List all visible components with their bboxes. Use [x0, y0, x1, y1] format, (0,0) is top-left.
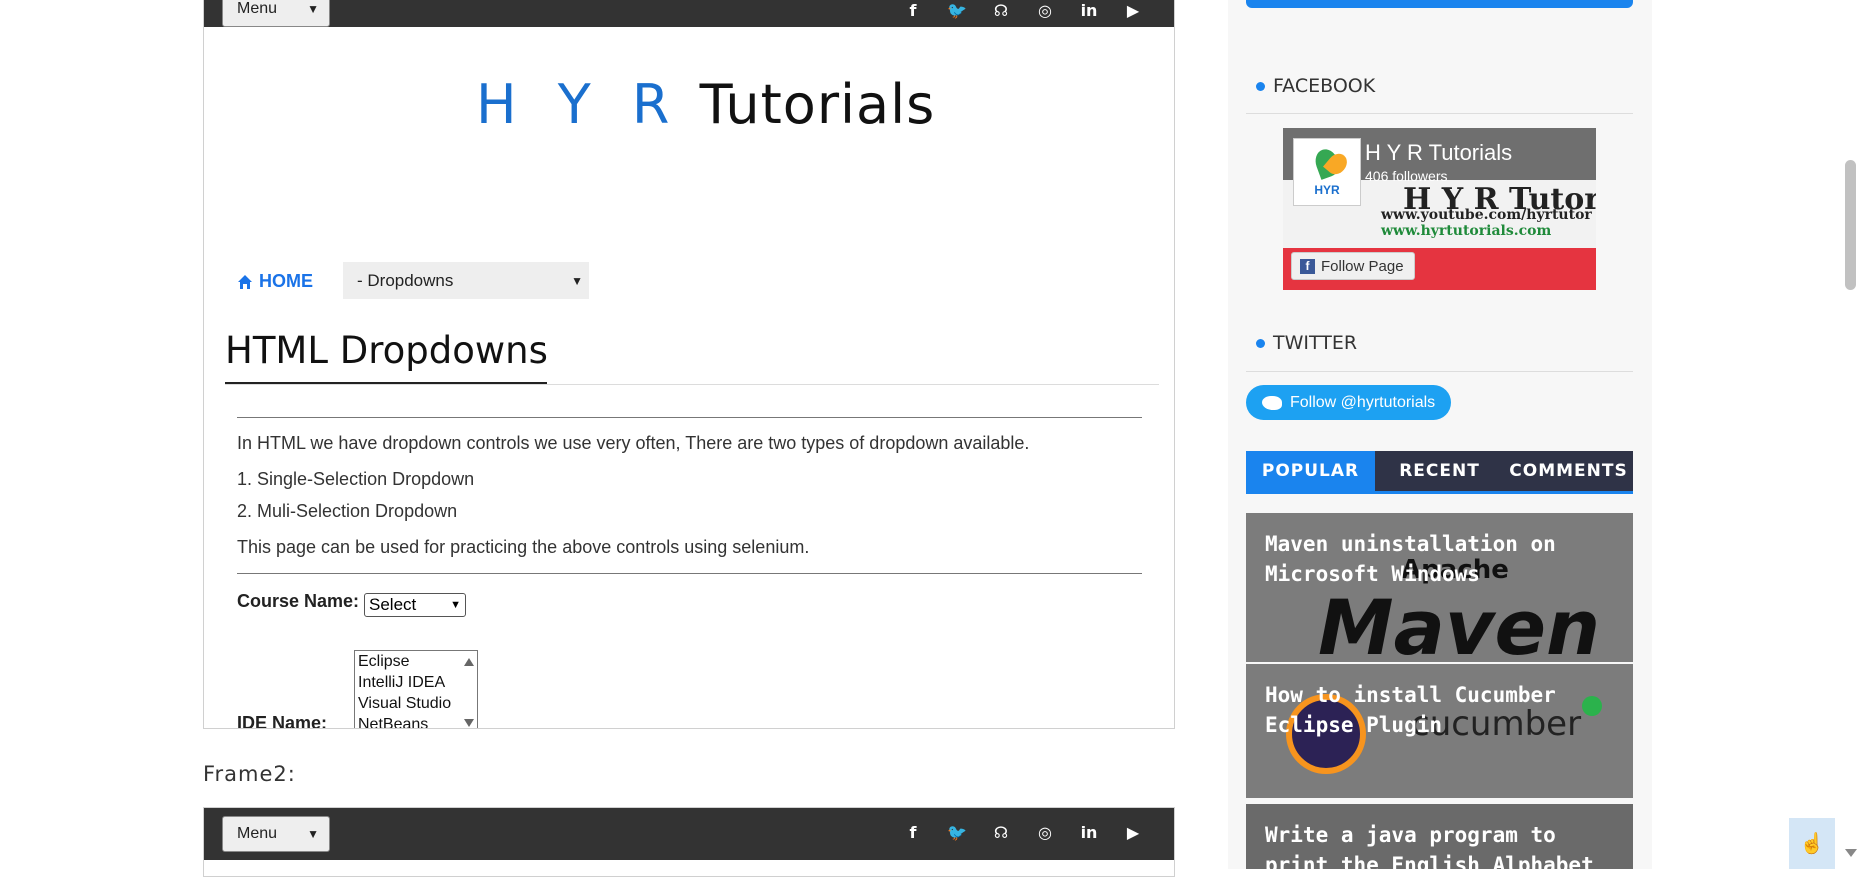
- instagram-icon[interactable]: ◎: [1023, 1, 1067, 20]
- logo-hyr: H Y R: [476, 73, 682, 136]
- tab-popular[interactable]: POPULAR: [1246, 451, 1375, 491]
- fb-page-logo[interactable]: HYR: [1293, 138, 1361, 206]
- chevron-down-icon: ▼: [450, 599, 461, 611]
- facebook-icon: f: [1300, 258, 1315, 274]
- post-title[interactable]: Write a java program to print the Englis…: [1265, 820, 1625, 869]
- chevron-down-icon: ▼: [307, 2, 319, 16]
- twitter-heading-label: TWITTER: [1273, 332, 1358, 354]
- fb-logo-text: HYR: [1314, 183, 1340, 197]
- floating-action-button[interactable]: ☝: [1789, 818, 1835, 869]
- divider: [237, 417, 1142, 418]
- tab-comments[interactable]: COMMENTS: [1504, 451, 1633, 491]
- hand-pointer-icon: ☝: [1799, 833, 1825, 855]
- bullet-icon: [1256, 338, 1265, 348]
- chevron-down-icon: ▼: [307, 827, 319, 841]
- post-title[interactable]: How to install Cucumber Eclipse Plugin: [1265, 680, 1625, 740]
- list-item[interactable]: cucumber How to install Cucumber Eclipse…: [1246, 664, 1633, 798]
- frame1-topbar: Menu ▼ f 🐦 ☊ ◎ in ▶: [204, 0, 1174, 27]
- page-title: HTML Dropdowns: [225, 329, 548, 372]
- youtube-icon[interactable]: ▶: [1111, 823, 1155, 842]
- twitter-follow-button[interactable]: Follow @hyrtutorials: [1246, 385, 1451, 420]
- social-icons: f 🐦 ☊ ◎ in ▶: [891, 1, 1155, 20]
- post-title[interactable]: Maven uninstallation on Microsoft Window…: [1265, 529, 1625, 589]
- course-label: Course Name:: [237, 591, 360, 611]
- post-tabs: POPULAR RECENT COMMENTS: [1246, 451, 1633, 494]
- frame2-topbar: Menu ▼ f 🐦 ☊ ◎ in ▶: [204, 808, 1174, 860]
- linkedin-icon[interactable]: in: [1067, 1, 1111, 20]
- frame2: Menu ▼ f 🐦 ☊ ◎ in ▶: [203, 807, 1175, 877]
- bullet-icon: [1256, 81, 1265, 91]
- list-item[interactable]: Write a java program to print the Englis…: [1246, 804, 1633, 869]
- fb-follow-label: Follow Page: [1321, 257, 1404, 275]
- menu-select[interactable]: Menu ▼: [222, 816, 330, 852]
- ide-listbox[interactable]: Eclipse IntelliJ IDEA Visual Studio NetB…: [354, 650, 478, 728]
- section-divider: [1246, 113, 1633, 114]
- tab-recent[interactable]: RECENT: [1375, 451, 1504, 491]
- twitter-icon[interactable]: 🐦: [935, 1, 979, 20]
- section-divider: [1246, 371, 1633, 372]
- page-dropdown[interactable]: - Dropdowns ▼: [343, 262, 589, 299]
- facebook-icon[interactable]: f: [891, 823, 935, 842]
- list-option[interactable]: Eclipse: [355, 651, 477, 672]
- facebook-heading-label: FACEBOOK: [1273, 75, 1376, 97]
- course-select-value: Select: [369, 595, 417, 614]
- menu-select-label: Menu: [237, 0, 278, 17]
- frame1: Menu ▼ f 🐦 ☊ ◎ in ▶ H Y R Tutorials HOME…: [203, 0, 1175, 729]
- twitter-icon[interactable]: 🐦: [935, 823, 979, 842]
- home-link[interactable]: HOME: [237, 271, 313, 292]
- fb-follow-button[interactable]: f Follow Page: [1291, 252, 1415, 280]
- tab-underline: [1246, 491, 1633, 494]
- twitter-icon: [1262, 395, 1282, 410]
- discord-icon[interactable]: ☊: [979, 823, 1023, 842]
- scroll-up-icon[interactable]: [464, 658, 474, 666]
- fb-banner-url: www.hyrtutorials.com: [1381, 223, 1552, 239]
- listbox-scrollbar[interactable]: [461, 651, 477, 728]
- list-option[interactable]: NetBeans: [355, 714, 477, 728]
- scrollbar-thumb[interactable]: [1845, 160, 1856, 290]
- facebook-icon[interactable]: f: [891, 1, 935, 20]
- home-label: HOME: [259, 271, 313, 291]
- list-item[interactable]: Apache Maven Maven uninstallation on Mic…: [1246, 513, 1633, 662]
- title-divider: [225, 384, 1159, 385]
- linkedin-icon[interactable]: in: [1067, 823, 1111, 842]
- list-item: 1. Single-Selection Dropdown: [237, 469, 475, 489]
- sidebar-top-button[interactable]: [1246, 0, 1633, 8]
- fb-followers: 406 followers: [1365, 168, 1448, 184]
- post-image-text: Maven: [1318, 583, 1601, 662]
- scroll-down-icon[interactable]: [1845, 849, 1857, 857]
- course-select[interactable]: Select ▼: [364, 593, 466, 617]
- facebook-page-card[interactable]: H Y R Tutori www.youtube.com/hyrtutor ww…: [1283, 128, 1596, 290]
- facebook-heading: FACEBOOK: [1256, 75, 1375, 97]
- fb-banner-url: www.youtube.com/hyrtutor: [1381, 207, 1592, 223]
- twitter-follow-label: Follow @hyrtutorials: [1290, 393, 1436, 411]
- social-icons: f 🐦 ☊ ◎ in ▶: [891, 823, 1155, 842]
- list-option[interactable]: IntelliJ IDEA: [355, 672, 477, 693]
- intro-text: In HTML we have dropdown controls we use…: [237, 433, 1030, 453]
- logo-tutorials: Tutorials: [699, 73, 936, 136]
- scroll-down-icon[interactable]: [464, 719, 474, 727]
- home-icon: [238, 274, 252, 289]
- list-option[interactable]: Visual Studio: [355, 693, 477, 714]
- menu-select-label: Menu: [237, 825, 278, 842]
- note-text: This page can be used for practicing the…: [237, 537, 810, 557]
- discord-icon[interactable]: ☊: [979, 1, 1023, 20]
- instagram-icon[interactable]: ◎: [1023, 823, 1067, 842]
- twitter-heading: TWITTER: [1256, 332, 1357, 354]
- ide-label: IDE Name:: [237, 713, 328, 729]
- youtube-icon[interactable]: ▶: [1111, 1, 1155, 20]
- site-logo[interactable]: H Y R Tutorials: [476, 73, 935, 136]
- frame2-label: Frame2:: [203, 762, 296, 786]
- menu-select[interactable]: Menu ▼: [222, 0, 330, 27]
- list-item: 2. Muli-Selection Dropdown: [237, 501, 458, 521]
- page-scrollbar[interactable]: [1842, 0, 1860, 869]
- chevron-down-icon: ▼: [571, 273, 583, 288]
- divider: [237, 573, 1142, 574]
- fb-page-name[interactable]: H Y R Tutorials: [1365, 140, 1512, 166]
- page-dropdown-value: - Dropdowns: [357, 270, 454, 290]
